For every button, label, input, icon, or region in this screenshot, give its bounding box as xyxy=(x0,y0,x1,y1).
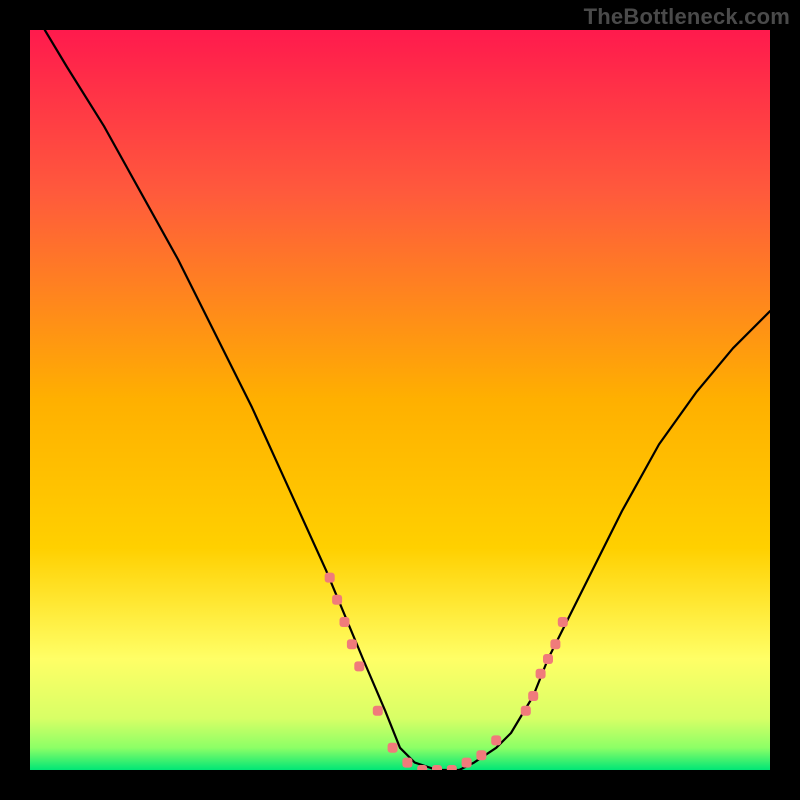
highlight-dot xyxy=(388,743,398,753)
highlight-dot xyxy=(432,765,442,770)
highlight-dot xyxy=(447,765,457,770)
highlight-dot xyxy=(462,758,472,768)
highlight-dot xyxy=(543,654,553,664)
chart-plot-area xyxy=(30,30,770,770)
highlight-dot xyxy=(536,669,546,679)
highlight-dot xyxy=(521,706,531,716)
highlight-dot xyxy=(325,573,335,583)
highlight-dot xyxy=(476,750,486,760)
highlight-dot xyxy=(373,706,383,716)
highlight-dot xyxy=(347,639,357,649)
highlight-dot xyxy=(354,661,364,671)
highlight-dot xyxy=(332,595,342,605)
highlight-dot xyxy=(340,617,350,627)
highlight-dot xyxy=(550,639,560,649)
chart-background xyxy=(30,30,770,770)
highlight-dot xyxy=(417,765,427,770)
chart-svg xyxy=(30,30,770,770)
highlight-dot xyxy=(491,735,501,745)
watermark-text: TheBottleneck.com xyxy=(584,4,790,30)
highlight-dot xyxy=(528,691,538,701)
highlight-dot xyxy=(402,758,412,768)
highlight-dot xyxy=(558,617,568,627)
chart-frame: TheBottleneck.com xyxy=(0,0,800,800)
